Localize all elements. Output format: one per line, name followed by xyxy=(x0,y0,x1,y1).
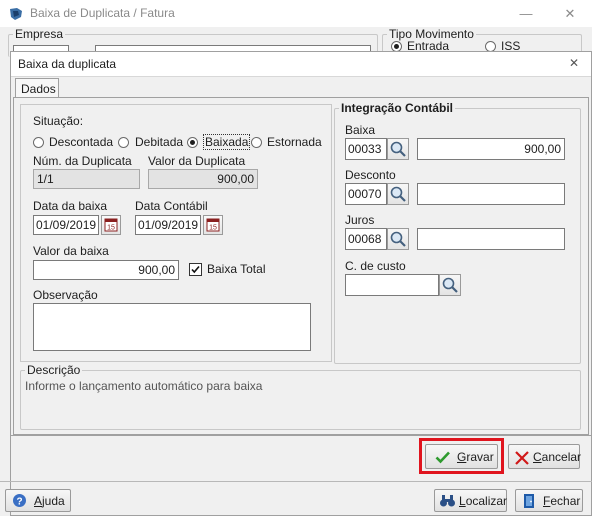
tab-dados[interactable]: Dados xyxy=(15,78,59,98)
gravar-label: Gravar xyxy=(457,450,494,464)
localizar-button[interactable]: Localizar xyxy=(434,489,507,512)
observacao-label: Observação xyxy=(33,288,98,302)
situacao-label: Situação: xyxy=(33,114,84,128)
radio-descontada[interactable] xyxy=(33,137,44,148)
baixa-conta-value-field[interactable]: 900,00 xyxy=(417,138,565,160)
window-title: Baixa de Duplicata / Fatura xyxy=(30,6,175,20)
gravar-button[interactable]: Gravar xyxy=(425,444,498,469)
descricao-label: Descrição xyxy=(25,363,83,377)
svg-text:?: ? xyxy=(16,497,22,508)
minimize-button[interactable]: — xyxy=(504,0,548,27)
valor-duplicata-value: 900,00 xyxy=(217,172,254,186)
tab-dados-label: Dados xyxy=(21,82,56,96)
calendar-icon: 15 xyxy=(206,218,220,232)
localizar-label: Localizar xyxy=(459,494,508,508)
radio-baixada-label: Baixada xyxy=(203,134,251,150)
data-baixa-label: Data da baixa xyxy=(33,199,108,213)
baixa-conta-value: 900,00 xyxy=(524,142,561,156)
integracao-title: Integração Contábil xyxy=(339,101,456,115)
radio-debitada-label: Debitada xyxy=(135,135,184,149)
num-duplicata-value: 1/1 xyxy=(37,172,54,186)
baixa-conta-code-field[interactable]: 00033 xyxy=(345,138,387,160)
desconto-conta-value-field[interactable] xyxy=(417,183,565,205)
cancel-x-icon xyxy=(515,451,529,465)
data-contabil-calendar-button[interactable]: 15 xyxy=(203,215,223,235)
baixa-conta-code: 00033 xyxy=(348,142,382,156)
valor-baixa-value: 900,00 xyxy=(138,263,175,277)
juros-conta-code: 00068 xyxy=(348,232,382,246)
ajuda-button[interactable]: ? Ajuda xyxy=(5,489,71,512)
desconto-conta-label: Desconto xyxy=(345,168,396,182)
baixa-conta-label: Baixa xyxy=(345,123,376,137)
help-icon: ? xyxy=(13,494,26,508)
checkmark-icon xyxy=(435,451,450,464)
valor-baixa-label: Valor da baixa xyxy=(33,244,109,258)
calendar-icon: 15 xyxy=(104,218,118,232)
empresa-label: Empresa xyxy=(13,27,66,41)
outer-title-bar: Baixa de Duplicata / Fatura — ✕ xyxy=(0,0,592,28)
dialog-title: Baixa da duplicata xyxy=(18,57,117,71)
integracao-contabil-group: Integração Contábil Baixa 00033 900,00 D… xyxy=(334,101,581,364)
desconto-conta-search-button[interactable] xyxy=(387,183,409,205)
search-icon xyxy=(390,141,406,157)
search-icon xyxy=(442,277,458,293)
centro-custo-field[interactable] xyxy=(345,274,439,296)
search-icon xyxy=(390,186,406,202)
desconto-conta-code: 00070 xyxy=(348,187,382,201)
centro-custo-search-button[interactable] xyxy=(439,274,461,296)
data-baixa-value: 01/09/2019 xyxy=(36,218,97,232)
data-baixa-field[interactable]: 01/09/2019 xyxy=(33,215,99,235)
baixa-conta-search-button[interactable] xyxy=(387,138,409,160)
ajuda-label: Ajuda xyxy=(34,494,65,508)
juros-conta-code-field[interactable]: 00068 xyxy=(345,228,387,250)
radio-estornada-label: Estornada xyxy=(267,135,322,149)
search-icon xyxy=(390,231,406,247)
close-button[interactable]: ✕ xyxy=(548,0,592,27)
binoculars-icon xyxy=(440,495,455,507)
radio-debitada[interactable] xyxy=(118,137,129,148)
data-contabil-field[interactable]: 01/09/2019 xyxy=(135,215,201,235)
svg-text:15: 15 xyxy=(107,225,115,232)
juros-conta-search-button[interactable] xyxy=(387,228,409,250)
centro-custo-label: C. de custo xyxy=(345,259,406,273)
baixa-dialog: Baixa da duplicata ✕ Dados Situação: Des… xyxy=(10,51,592,516)
juros-conta-value-field[interactable] xyxy=(417,228,565,250)
minimize-icon: — xyxy=(519,6,533,21)
cancelar-button[interactable]: Cancelar xyxy=(508,444,582,469)
descricao-text: Informe o lançamento automático para bai… xyxy=(25,379,263,393)
fechar-button[interactable]: Fechar xyxy=(515,489,583,512)
dialog-close-icon[interactable]: ✕ xyxy=(569,56,579,70)
dialog-title-bar: Baixa da duplicata ✕ xyxy=(11,52,591,77)
tab-page-dados: Situação: Descontada Debitada Baixada Es… xyxy=(13,97,589,435)
valor-baixa-field[interactable]: 900,00 xyxy=(33,260,179,280)
door-exit-icon xyxy=(524,494,534,508)
valor-duplicata-label: Valor da Duplicata xyxy=(148,154,246,168)
num-duplicata-label: Núm. da Duplicata xyxy=(33,154,132,168)
observacao-textarea[interactable] xyxy=(33,303,311,351)
radio-baixada[interactable] xyxy=(187,137,198,148)
radio-descontada-label: Descontada xyxy=(49,135,114,149)
cancelar-label: Cancelar xyxy=(533,450,582,464)
descricao-group: Descrição Informe o lançamento automátic… xyxy=(20,363,581,430)
app-logo-icon xyxy=(10,8,22,20)
juros-conta-label: Juros xyxy=(345,213,375,227)
fechar-label: Fechar xyxy=(543,494,581,508)
valor-duplicata-field: 900,00 xyxy=(148,169,258,189)
data-baixa-calendar-button[interactable]: 15 xyxy=(101,215,121,235)
svg-text:15: 15 xyxy=(209,225,217,232)
data-contabil-label: Data Contábil xyxy=(135,199,208,213)
baixa-total-checkbox[interactable] xyxy=(189,263,202,276)
data-contabil-value: 01/09/2019 xyxy=(138,218,199,232)
close-icon: ✕ xyxy=(564,6,576,21)
num-duplicata-field: 1/1 xyxy=(33,169,140,189)
checkmark-icon xyxy=(191,265,200,274)
baixa-total-label: Baixa Total xyxy=(207,262,266,276)
button-bar-divider xyxy=(11,435,591,436)
footer-divider xyxy=(0,481,592,482)
desconto-conta-code-field[interactable]: 00070 xyxy=(345,183,387,205)
radio-estornada[interactable] xyxy=(251,137,262,148)
